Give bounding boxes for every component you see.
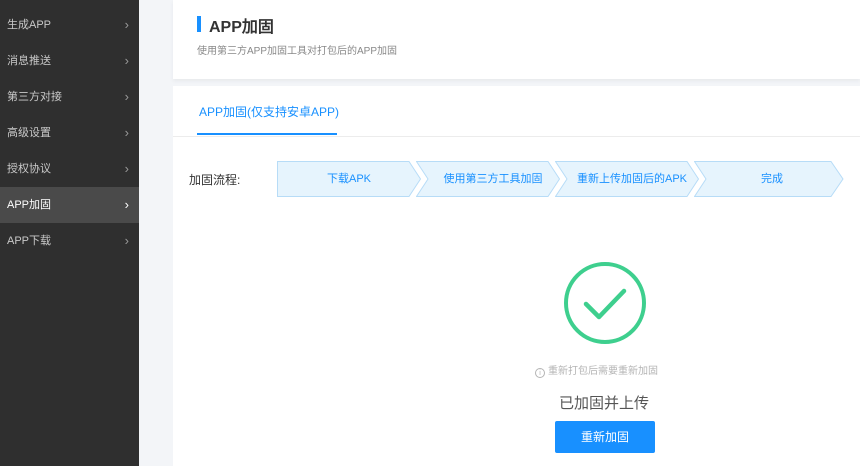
tab-bar: APP加固(仅支持安卓APP) xyxy=(173,86,860,137)
rehardening-button[interactable]: 重新加固 xyxy=(555,421,655,453)
note-text: 重新打包后需要重新加固 xyxy=(548,366,658,377)
sidebar-item-app-download[interactable]: APP下载 › xyxy=(0,223,139,259)
title-accent-bar xyxy=(197,16,201,32)
page-header: APP加固 使用第三方APP加固工具对打包后的APP加固 xyxy=(173,0,860,79)
sidebar-item-license-agreement[interactable]: 授权协议 › xyxy=(0,151,139,187)
chevron-right-icon: › xyxy=(124,161,129,176)
info-icon: i xyxy=(535,368,545,378)
chevron-right-icon: › xyxy=(124,233,129,248)
sidebar-item-advanced-settings[interactable]: 高级设置 › xyxy=(0,115,139,151)
sidebar-item-label: 高级设置 xyxy=(7,127,51,139)
sidebar-item-third-party[interactable]: 第三方对接 › xyxy=(0,79,139,115)
status-text: 已加固并上传 xyxy=(559,395,650,412)
sidebar-item-generate-app[interactable]: 生成APP › xyxy=(0,7,139,43)
chevron-right-icon: › xyxy=(124,197,129,212)
step-reupload-apk: 重新上传加固后的APK xyxy=(555,161,699,197)
sidebar: 生成APP › 消息推送 › 第三方对接 › 高级设置 › 授权协议 › APP… xyxy=(0,0,139,466)
page-title: APP加固 xyxy=(209,19,274,36)
step-third-party-tool: 使用第三方工具加固 xyxy=(416,161,560,197)
chevron-right-icon: › xyxy=(124,53,129,68)
chevron-right-icon: › xyxy=(124,17,129,32)
step-label: 重新上传加固后的APK xyxy=(576,173,687,185)
step-download-apk: 下载APK xyxy=(277,161,421,197)
sidebar-item-label: 第三方对接 xyxy=(7,91,62,103)
process-steps: 下载APK 使用第三方工具加固 重新上传加固后的APK 完成 xyxy=(277,161,847,197)
note-text-row: i 重新打包后需要重新加固 xyxy=(535,362,658,378)
tab-active-indicator xyxy=(197,133,337,135)
step-complete: 完成 xyxy=(694,161,844,197)
chevron-right-icon: › xyxy=(124,89,129,104)
sidebar-item-label: APP下载 xyxy=(7,235,52,247)
sidebar-item-app-hardening[interactable]: APP加固 › xyxy=(0,187,139,223)
process-label: 加固流程: xyxy=(189,173,241,187)
sidebar-item-push-notification[interactable]: 消息推送 › xyxy=(0,43,139,79)
chevron-right-icon: › xyxy=(124,125,129,140)
page-subtitle: 使用第三方APP加固工具对打包后的APP加固 xyxy=(197,46,398,57)
tab-app-hardening[interactable]: APP加固(仅支持安卓APP) xyxy=(199,103,339,120)
step-label: 使用第三方工具加固 xyxy=(443,173,543,185)
sidebar-item-label: APP加固 xyxy=(7,199,52,211)
step-label: 完成 xyxy=(761,173,783,185)
main-panel: APP加固(仅支持安卓APP) 加固流程: 下载APK 使用第三方工具加固 重新… xyxy=(173,86,860,466)
sidebar-item-label: 消息推送 xyxy=(7,55,51,67)
sidebar-item-label: 生成APP xyxy=(7,19,52,31)
success-check-icon xyxy=(564,262,646,344)
step-label: 下载APK xyxy=(326,173,371,185)
sidebar-item-label: 授权协议 xyxy=(7,163,51,175)
